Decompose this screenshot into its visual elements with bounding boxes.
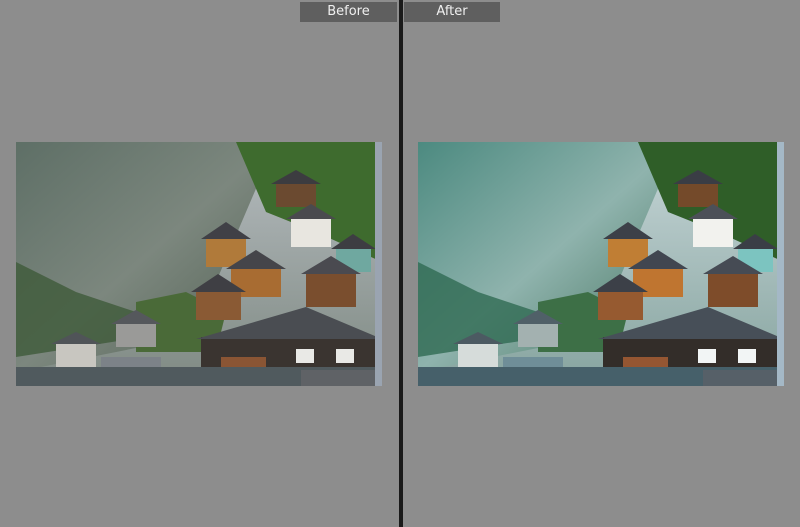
after-photo-illustration [418,142,784,386]
after-label: After [404,2,500,22]
before-label: Before [300,2,397,22]
after-pane: After [403,0,800,527]
after-photo-edge [777,142,784,386]
before-photo-illustration [16,142,382,386]
before-pane: Before [0,0,399,527]
before-photo-edge [375,142,382,386]
before-photo [16,142,382,386]
after-photo [418,142,784,386]
